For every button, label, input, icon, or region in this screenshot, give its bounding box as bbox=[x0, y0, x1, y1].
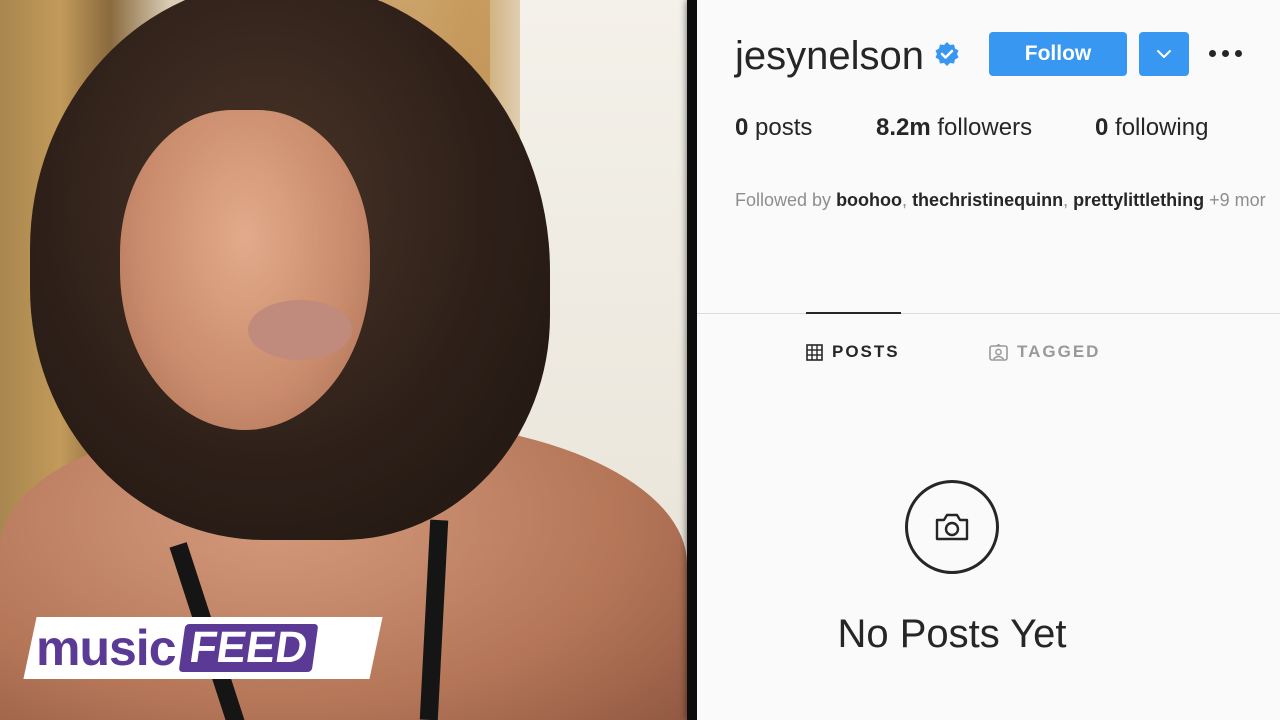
followed-by-more[interactable]: +9 mor bbox=[1209, 190, 1266, 210]
instagram-profile: jesynelson Follow 0 posts 8.2m followers… bbox=[697, 0, 1280, 720]
camera-circle bbox=[905, 480, 999, 574]
followers-label: followers bbox=[937, 114, 1033, 141]
tab-posts-label: POSTS bbox=[832, 342, 900, 361]
followed-by-account[interactable]: thechristinequinn bbox=[912, 190, 1063, 210]
posts-stat: 0 posts bbox=[735, 114, 812, 142]
chevron-down-icon bbox=[1157, 50, 1171, 58]
following-stat[interactable]: 0 following bbox=[1095, 114, 1208, 142]
empty-state-text: No Posts Yet bbox=[837, 612, 1067, 656]
profile-photo bbox=[0, 0, 687, 720]
followed-by-account[interactable]: boohoo bbox=[836, 190, 902, 210]
tagged-person-icon bbox=[989, 343, 1008, 361]
tab-posts[interactable]: POSTS bbox=[806, 342, 900, 362]
followed-by[interactable]: Followed by boohoo, thechristinequinn, p… bbox=[735, 190, 1266, 211]
tabs-divider bbox=[697, 313, 1280, 314]
followers-stat[interactable]: 8.2m followers bbox=[876, 114, 1032, 142]
logo-word-music: music bbox=[36, 620, 177, 676]
tab-tagged[interactable]: TAGGED bbox=[989, 342, 1100, 362]
followed-by-account[interactable]: prettylittlething bbox=[1073, 190, 1204, 210]
grid-icon bbox=[806, 343, 823, 361]
profile-username: jesynelson bbox=[735, 34, 925, 78]
photo-face bbox=[120, 110, 370, 430]
follow-button-label: Follow bbox=[1024, 42, 1092, 65]
followed-by-prefix: Followed by bbox=[735, 190, 832, 210]
active-tab-indicator bbox=[806, 312, 901, 314]
camera-icon bbox=[935, 513, 969, 541]
follow-button[interactable]: Follow bbox=[989, 32, 1127, 76]
musicfeed-logo: music FEED bbox=[36, 620, 319, 676]
tab-tagged-label: TAGGED bbox=[1017, 342, 1101, 361]
verified-badge-icon bbox=[935, 42, 959, 66]
posts-count: 0 bbox=[735, 114, 749, 141]
followers-count: 8.2m bbox=[876, 114, 931, 141]
suggested-dropdown-button[interactable] bbox=[1139, 32, 1189, 76]
more-options-icon[interactable] bbox=[1209, 38, 1249, 68]
following-count: 0 bbox=[1095, 114, 1109, 141]
photo-lips bbox=[248, 300, 352, 360]
posts-label: posts bbox=[755, 114, 813, 141]
logo-word-feed: FEED bbox=[178, 623, 319, 672]
panel-divider bbox=[687, 0, 697, 720]
following-label: following bbox=[1115, 114, 1209, 141]
